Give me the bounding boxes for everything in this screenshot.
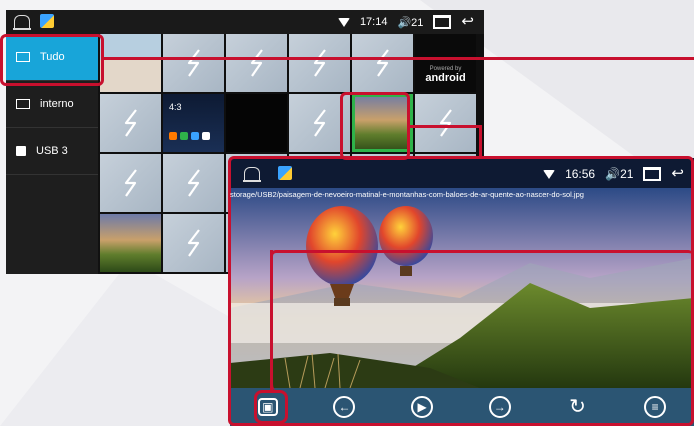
clock: 17:14 <box>359 16 388 28</box>
wifi-icon <box>337 17 350 27</box>
ui-tile-digits: 4:3 <box>169 102 182 112</box>
volume-indicator: 🔊21 <box>397 16 424 29</box>
file-path: storage/USB2/paisagem-de-nevoeiro-matina… <box>230 190 584 199</box>
thumbnail-placeholder[interactable] <box>415 94 476 152</box>
volume-level: 21 <box>411 16 424 29</box>
sidebar-item-usb3[interactable]: USB 3 <box>6 128 98 175</box>
callout-selected-thumbnail <box>340 92 410 160</box>
android-brand-text: android <box>425 72 466 84</box>
thumbnail-placeholder[interactable] <box>163 214 224 272</box>
storage-icon <box>16 99 30 109</box>
sidebar-item-label: USB 3 <box>36 145 68 157</box>
callout-all-tab <box>0 34 104 86</box>
thumbnail-placeholder[interactable] <box>100 94 161 152</box>
thumbnail-placeholder[interactable] <box>352 34 413 92</box>
thumbnail-balloon[interactable] <box>100 214 161 272</box>
callout-gallery-button <box>254 390 288 424</box>
sidebar-item-internal[interactable]: interno <box>6 81 98 128</box>
callout-line-photo <box>270 250 273 390</box>
usb-icon <box>16 146 26 156</box>
home-icon[interactable] <box>13 15 31 30</box>
sidebar-item-label: interno <box>40 98 74 110</box>
callout-line-mid-v <box>479 125 482 158</box>
thumbnail-android-logo[interactable]: Powered by android <box>415 34 476 92</box>
recents-icon[interactable] <box>433 15 452 29</box>
thumbnail-placeholder[interactable] <box>163 154 224 212</box>
thumbnail-family-photo[interactable] <box>100 34 161 92</box>
callout-line-top <box>104 57 694 60</box>
thumbnail-placeholder[interactable] <box>226 34 287 92</box>
callout-line-mid-h <box>410 125 482 128</box>
app-icons <box>169 132 210 140</box>
thumbnail-placeholder[interactable] <box>163 34 224 92</box>
status-bar: 17:14 🔊21 ↩ <box>6 10 484 34</box>
callout-photo-area <box>270 250 694 390</box>
thumbnail-placeholder[interactable] <box>289 34 350 92</box>
thumbnail-ui-screenshot[interactable]: 4:3 <box>163 94 224 152</box>
thumbnail-black[interactable] <box>226 94 287 152</box>
thumbnail-placeholder[interactable] <box>100 154 161 212</box>
back-icon[interactable]: ↩ <box>461 14 474 29</box>
app-icon[interactable] <box>40 14 54 28</box>
